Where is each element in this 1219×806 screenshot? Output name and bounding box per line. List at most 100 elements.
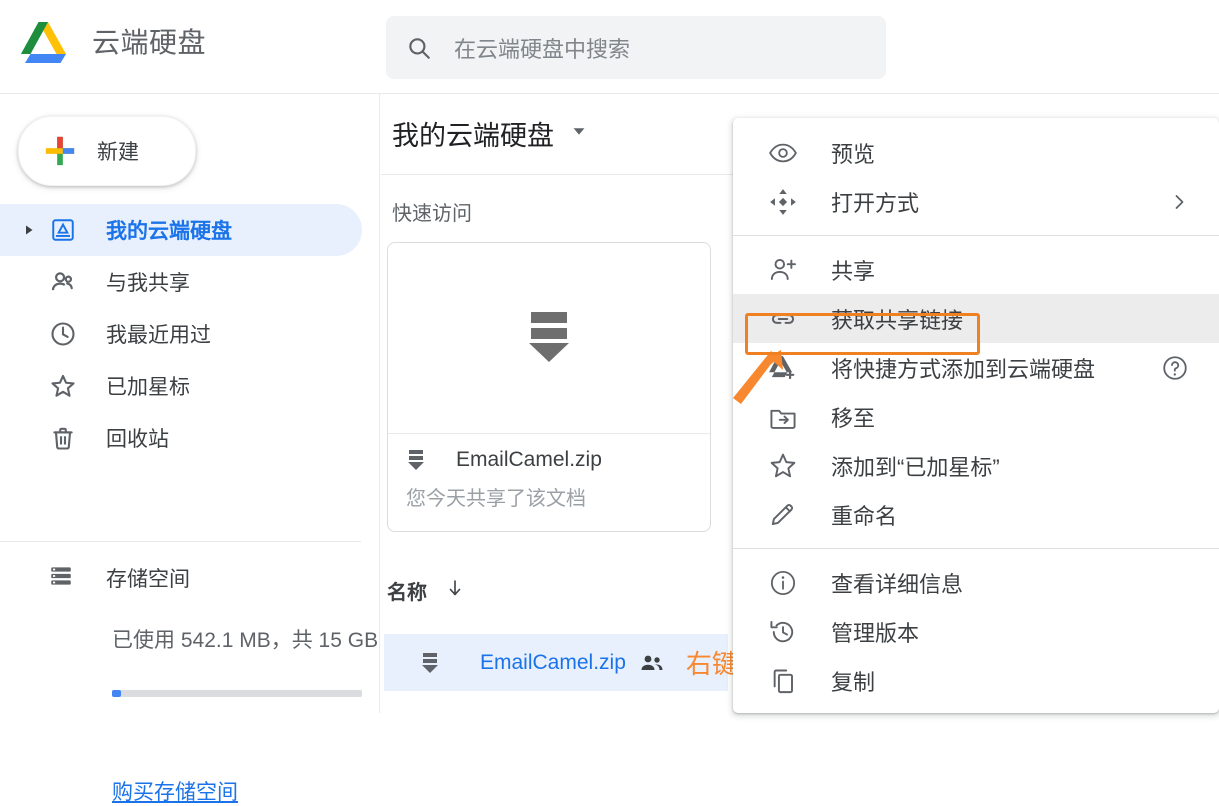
file-name-link[interactable]: EmailCamel.zip	[480, 651, 626, 675]
context-menu: 预览 打开方式 共享 获取共享链接 将快捷方式添加到云端硬盘 移至 添加到“已加…	[733, 118, 1219, 713]
sidebar: 新建 我的云端硬盘 与我共享 我最近用过 已加星标 回收站 存储空间 已使用 5…	[0, 94, 380, 804]
zip-archive-icon	[525, 308, 573, 369]
app-title: 云端硬盘	[92, 27, 207, 58]
card-footer: EmailCamel.zip 您今天共享了该文档	[388, 434, 710, 511]
search-bar[interactable]: 在云端硬盘中搜索	[386, 16, 886, 79]
move-to-folder-icon	[767, 401, 799, 433]
open-with-icon	[767, 186, 799, 218]
star-outline-icon	[767, 450, 799, 482]
menu-item-manage-versions[interactable]: 管理版本	[733, 607, 1219, 656]
sidebar-item-label: 已加星标	[106, 376, 190, 399]
sidebar-item-label: 我的云端硬盘	[106, 220, 232, 243]
menu-item-add-to-starred[interactable]: 添加到“已加星标”	[733, 441, 1219, 490]
list-column-header[interactable]: 名称	[387, 576, 465, 605]
link-icon	[767, 303, 799, 335]
brand-area[interactable]: 云端硬盘	[20, 18, 206, 68]
menu-item-label: 管理版本	[831, 620, 920, 646]
arrow-down-icon[interactable]	[445, 578, 465, 603]
right-click-annotation: 右键	[685, 649, 738, 679]
menu-item-share[interactable]: 共享	[733, 245, 1219, 294]
storage-progress-bar[interactable]	[112, 690, 362, 697]
sidebar-nav: 我的云端硬盘 与我共享 我最近用过 已加星标 回收站	[0, 204, 380, 464]
card-subtitle: 您今天共享了该文档	[406, 488, 586, 510]
plus-icon	[43, 134, 77, 168]
menu-item-label: 预览	[831, 141, 876, 167]
menu-item-get-shareable-link[interactable]: 获取共享链接	[733, 294, 1219, 343]
history-icon	[767, 616, 799, 648]
page-title[interactable]: 我的云端硬盘	[392, 114, 588, 153]
menu-divider	[733, 548, 1219, 549]
menu-item-label: 移至	[831, 405, 876, 431]
menu-divider	[733, 235, 1219, 236]
new-button[interactable]: 新建	[18, 116, 196, 186]
google-drive-logo	[20, 18, 76, 68]
chevron-down-icon[interactable]	[570, 122, 588, 145]
sidebar-item-starred[interactable]: 已加星标	[0, 360, 380, 412]
menu-item-label: 重命名	[831, 503, 898, 529]
trash-icon	[48, 423, 78, 453]
sidebar-item-label: 回收站	[106, 428, 169, 451]
drive-add-icon	[767, 352, 799, 384]
menu-item-preview[interactable]: 预览	[733, 128, 1219, 177]
clock-icon	[48, 319, 78, 349]
card-file-name: EmailCamel.zip	[456, 448, 602, 471]
menu-item-label: 查看详细信息	[831, 571, 964, 597]
people-icon	[48, 267, 78, 297]
menu-item-move-to[interactable]: 移至	[733, 392, 1219, 441]
menu-item-label: 获取共享链接	[831, 307, 964, 333]
card-file-row: EmailCamel.zip	[406, 448, 710, 472]
sidebar-item-label: 与我共享	[106, 272, 190, 295]
top-bar: 云端硬盘 在云端硬盘中搜索	[0, 0, 1219, 94]
storage-progress-fill	[112, 690, 121, 697]
sidebar-item-storage[interactable]: 存储空间	[18, 556, 190, 600]
menu-item-label: 将快捷方式添加到云端硬盘	[831, 356, 1096, 382]
new-button-label: 新建	[97, 141, 139, 164]
buy-storage-link[interactable]: 购买存储空间	[112, 776, 238, 806]
menu-top-padding	[733, 118, 1219, 128]
sidebar-item-label: 我最近用过	[106, 324, 211, 347]
menu-item-add-shortcut-to-drive[interactable]: 将快捷方式添加到云端硬盘	[733, 343, 1219, 392]
page-title-text: 我的云端硬盘	[392, 121, 554, 151]
storage-usage-text: 已使用 542.1 MB，共 15 GB	[112, 629, 379, 652]
card-thumbnail	[388, 243, 710, 434]
drive-outline-icon	[48, 215, 78, 245]
sidebar-item-my-drive[interactable]: 我的云端硬盘	[0, 204, 362, 256]
person-add-icon	[767, 254, 799, 286]
zip-file-icon	[406, 448, 428, 472]
column-header-name: 名称	[387, 582, 427, 604]
storage-icon	[48, 563, 78, 593]
storage-label: 存储空间	[106, 568, 190, 591]
menu-item-label: 打开方式	[831, 190, 920, 216]
menu-item-label: 共享	[831, 258, 876, 284]
sidebar-divider	[0, 541, 361, 542]
table-row[interactable]: EmailCamel.zip 右键	[384, 634, 738, 691]
star-outline-icon	[48, 371, 78, 401]
info-icon	[767, 567, 799, 599]
quick-access-card[interactable]: EmailCamel.zip 您今天共享了该文档	[387, 242, 711, 532]
menu-item-rename[interactable]: 重命名	[733, 490, 1219, 539]
search-input[interactable]: 在云端硬盘中搜索	[454, 32, 630, 64]
sidebar-item-shared-with-me[interactable]: 与我共享	[0, 256, 380, 308]
chevron-right-icon	[1169, 192, 1189, 212]
sidebar-item-trash[interactable]: 回收站	[0, 412, 380, 464]
search-icon	[406, 35, 432, 61]
expand-triangle-icon[interactable]	[18, 219, 40, 241]
people-filled-icon	[640, 653, 664, 673]
quick-access-label: 快速访问	[392, 203, 472, 225]
pencil-icon	[767, 499, 799, 531]
sidebar-item-recent[interactable]: 我最近用过	[0, 308, 380, 360]
menu-item-label: 添加到“已加星标”	[831, 454, 1000, 480]
menu-item-open-with[interactable]: 打开方式	[733, 177, 1219, 226]
google-drive-window: 云端硬盘 在云端硬盘中搜索 新建 我的云端硬盘 与我共享 我最近用过 已加星标 …	[0, 0, 1219, 804]
eye-icon	[767, 137, 799, 169]
copy-icon	[767, 665, 799, 697]
menu-item-label: 复制	[831, 669, 876, 695]
menu-item-copy[interactable]: 复制	[733, 656, 1219, 705]
help-icon[interactable]	[1161, 354, 1189, 382]
zip-file-icon	[420, 651, 442, 675]
menu-item-view-details[interactable]: 查看详细信息	[733, 558, 1219, 607]
